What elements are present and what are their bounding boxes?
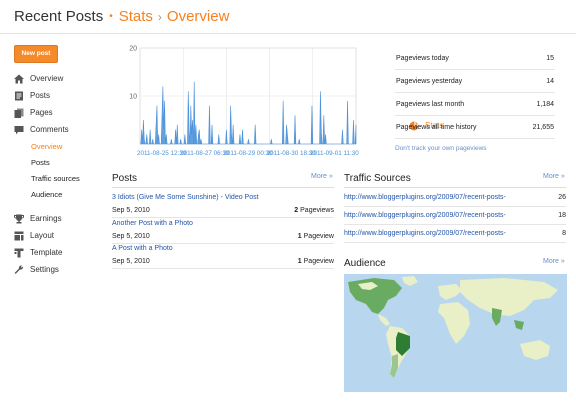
table-row: http://www.bloggerplugins.org/2009/07/re…	[344, 207, 566, 225]
posts-icon	[15, 91, 23, 100]
audience-more-link[interactable]: More »	[543, 258, 565, 265]
stat-row: Pageviews all time history 21,655	[395, 116, 555, 139]
x-tick-label: 2011-08-30 18:30	[267, 150, 317, 157]
sidebar-item-label: Template	[30, 248, 63, 257]
post-date: Sep 5, 2010	[112, 233, 150, 240]
post-date: Sep 5, 2010	[112, 207, 150, 214]
pageview-stats: Pageviews today 15 Pageviews yesterday 14 …	[395, 47, 555, 152]
sidebar-nav: Overview Posts Pages Comments Stats Over…	[14, 70, 443, 278]
sidebar-item-pages[interactable]: Pages	[14, 104, 104, 121]
separator-dot-icon: •	[109, 11, 113, 22]
table-row: http://www.bloggerplugins.org/2009/07/re…	[344, 189, 566, 207]
stat-value: 14	[546, 77, 554, 85]
referrer-count: 26	[558, 194, 566, 201]
post-date: Sep 5, 2010	[112, 258, 150, 265]
referrer-count: 18	[558, 212, 566, 219]
y-tick-label: 10	[129, 94, 137, 101]
stat-value: 15	[546, 54, 554, 62]
sidebar-subitem-overview[interactable]: Overview	[14, 138, 104, 154]
stat-label: Pageviews last month	[396, 100, 465, 108]
stat-value: 1,184	[536, 100, 554, 108]
breadcrumb-overview: Overview	[166, 8, 230, 25]
breadcrumb-stats[interactable]: Stats	[119, 8, 153, 25]
sidebar-item-overview[interactable]: Overview	[14, 70, 104, 87]
referrer-link[interactable]: http://www.bloggerplugins.org/2009/07/re…	[344, 207, 506, 224]
comment-icon	[14, 125, 24, 134]
post-title-link[interactable]: A Post with a Photo	[112, 243, 334, 255]
page-header: Recent Posts • Stats › Overview	[14, 8, 229, 25]
pageview-unit: Pageview	[303, 258, 334, 265]
table-row: http://www.bloggerplugins.org/2009/07/re…	[344, 225, 566, 243]
referrer-count: 8	[562, 230, 566, 237]
pageview-unit: Pageview	[303, 233, 334, 240]
wrench-icon	[14, 264, 24, 274]
list-item: Another Post with a Photo Sep 5, 2010 1 P…	[112, 218, 334, 244]
traffic-more-link[interactable]: More »	[543, 173, 565, 180]
sidebar-subitem-traffic-sources[interactable]: Traffic sources	[14, 170, 104, 186]
header-divider	[0, 33, 576, 34]
sidebar-subitem-audience[interactable]: Audience	[14, 186, 104, 202]
sidebar-item-label: Settings	[30, 265, 59, 274]
stat-row: Pageviews yesterday 14	[395, 70, 555, 93]
pageview-count: 1	[297, 233, 302, 240]
referrer-link[interactable]: http://www.bloggerplugins.org/2009/07/re…	[344, 189, 506, 206]
layout-icon	[14, 231, 24, 240]
pageview-unit: Pageviews	[300, 207, 334, 214]
sidebar-item-earnings[interactable]: Earnings	[14, 210, 104, 227]
sidebar-subitem-posts[interactable]: Posts	[14, 154, 104, 170]
posts-more-link[interactable]: More »	[311, 173, 333, 180]
sidebar-item-settings[interactable]: Settings	[14, 261, 104, 278]
sidebar-item-comments[interactable]: Comments	[14, 121, 104, 138]
sidebar-item-label: Posts	[30, 91, 51, 100]
sidebar-item-label: Pages	[30, 108, 53, 117]
sidebar-item-label: Layout	[30, 231, 55, 240]
pages-icon	[14, 108, 24, 118]
blog-title[interactable]: Recent Posts	[14, 8, 103, 25]
stat-row: Pageviews last month 1,184	[395, 93, 555, 116]
sidebar-item-label: Overview	[30, 74, 64, 83]
stat-value: 21,655	[532, 123, 554, 131]
sidebar-item-template[interactable]: Template	[14, 244, 104, 261]
list-item: 3 Idiots (Give Me Some Sunshine) - Video…	[112, 192, 334, 218]
sidebar-item-label: Earnings	[30, 214, 62, 223]
track-own-pageviews-link[interactable]: Don't track your own pageviews	[395, 145, 555, 152]
audience-world-map	[344, 274, 567, 392]
stat-label: Pageviews today	[396, 54, 449, 62]
audience-heading: Audience	[344, 258, 386, 269]
y-tick-label: 20	[129, 46, 137, 53]
chevron-right-icon: ›	[157, 10, 162, 24]
posts-heading: Posts	[112, 173, 138, 184]
sidebar-item-layout[interactable]: Layout	[14, 227, 104, 244]
referrer-link[interactable]: http://www.bloggerplugins.org/2009/07/re…	[344, 225, 506, 242]
stat-label: Pageviews yesterday	[396, 77, 463, 85]
new-post-button[interactable]: New post	[14, 45, 58, 63]
list-item: A Post with a Photo Sep 5, 2010 1 Pagevie…	[112, 243, 334, 269]
home-icon	[14, 74, 24, 83]
stat-row: Pageviews today 15	[395, 47, 555, 70]
stat-label: Pageviews all time history	[396, 123, 477, 131]
sidebar-item-posts[interactable]: Posts	[14, 87, 104, 104]
traffic-list: http://www.bloggerplugins.org/2009/07/re…	[344, 189, 566, 243]
post-title-link[interactable]: 3 Idiots (Give Me Some Sunshine) - Video…	[112, 192, 334, 204]
sidebar-item-label: Comments	[30, 125, 69, 134]
template-icon	[14, 248, 24, 257]
post-title-link[interactable]: Another Post with a Photo	[112, 218, 334, 230]
pageview-count: 2	[294, 207, 299, 214]
trophy-icon	[14, 214, 24, 223]
posts-divider	[112, 187, 334, 188]
traffic-sources-heading: Traffic Sources	[344, 173, 411, 184]
traffic-divider	[344, 187, 566, 188]
pageview-count: 1	[297, 258, 302, 265]
pageviews-chart: 20102011-08-25 12:302011-08-27 06:302011…	[129, 46, 359, 158]
x-tick-label: 2011-09-01 11:30	[310, 150, 359, 157]
